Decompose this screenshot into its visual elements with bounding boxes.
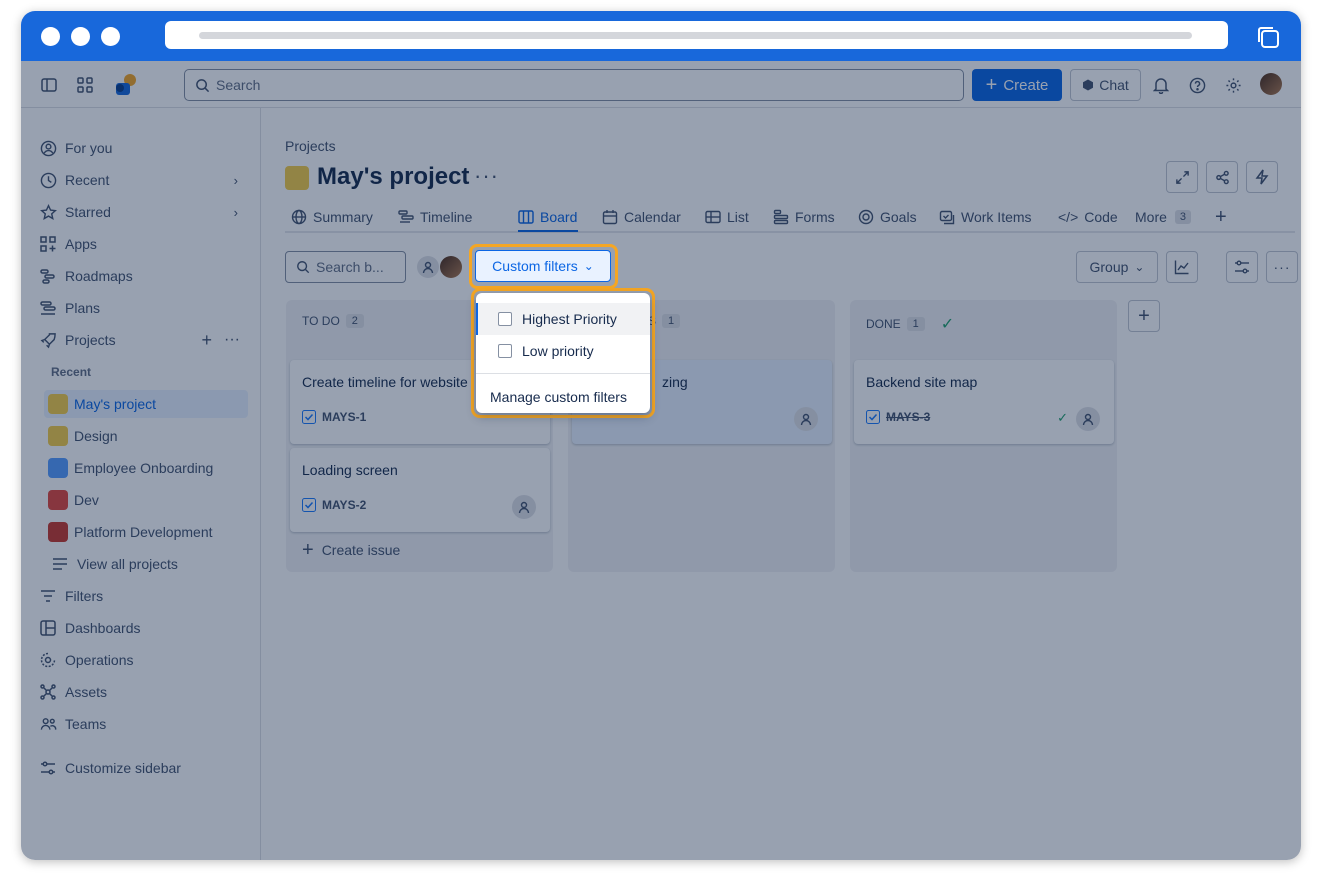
browser-chrome bbox=[21, 11, 1301, 61]
checkbox-unchecked-icon[interactable] bbox=[498, 312, 512, 326]
custom-filters-button[interactable]: Custom filters ⌄ bbox=[475, 250, 611, 282]
filter-option-highest-priority[interactable]: Highest Priority bbox=[476, 303, 650, 335]
window-close-dot[interactable] bbox=[41, 27, 60, 46]
custom-filters-label: Custom filters bbox=[492, 258, 578, 274]
option-label: Highest Priority bbox=[522, 311, 617, 327]
window-minimize-dot[interactable] bbox=[71, 27, 90, 46]
custom-filters-dropdown: Highest Priority Low priority Manage cus… bbox=[476, 293, 650, 413]
menu-divider bbox=[476, 373, 650, 374]
filter-option-low-priority[interactable]: Low priority bbox=[476, 335, 650, 367]
checkbox-unchecked-icon[interactable] bbox=[498, 344, 512, 358]
option-label: Low priority bbox=[522, 343, 594, 359]
address-bar[interactable] bbox=[165, 21, 1228, 49]
manage-label: Manage custom filters bbox=[490, 389, 627, 405]
tabs-overview-icon[interactable] bbox=[1255, 24, 1281, 50]
modal-dim-overlay bbox=[21, 61, 1301, 860]
address-bar-placeholder bbox=[199, 32, 1192, 39]
chevron-down-icon: ⌄ bbox=[583, 259, 594, 273]
window-maximize-dot[interactable] bbox=[101, 27, 120, 46]
browser-window: Search + Create Chat For you Recent › St… bbox=[21, 11, 1301, 860]
manage-custom-filters-link[interactable]: Manage custom filters bbox=[476, 381, 650, 413]
